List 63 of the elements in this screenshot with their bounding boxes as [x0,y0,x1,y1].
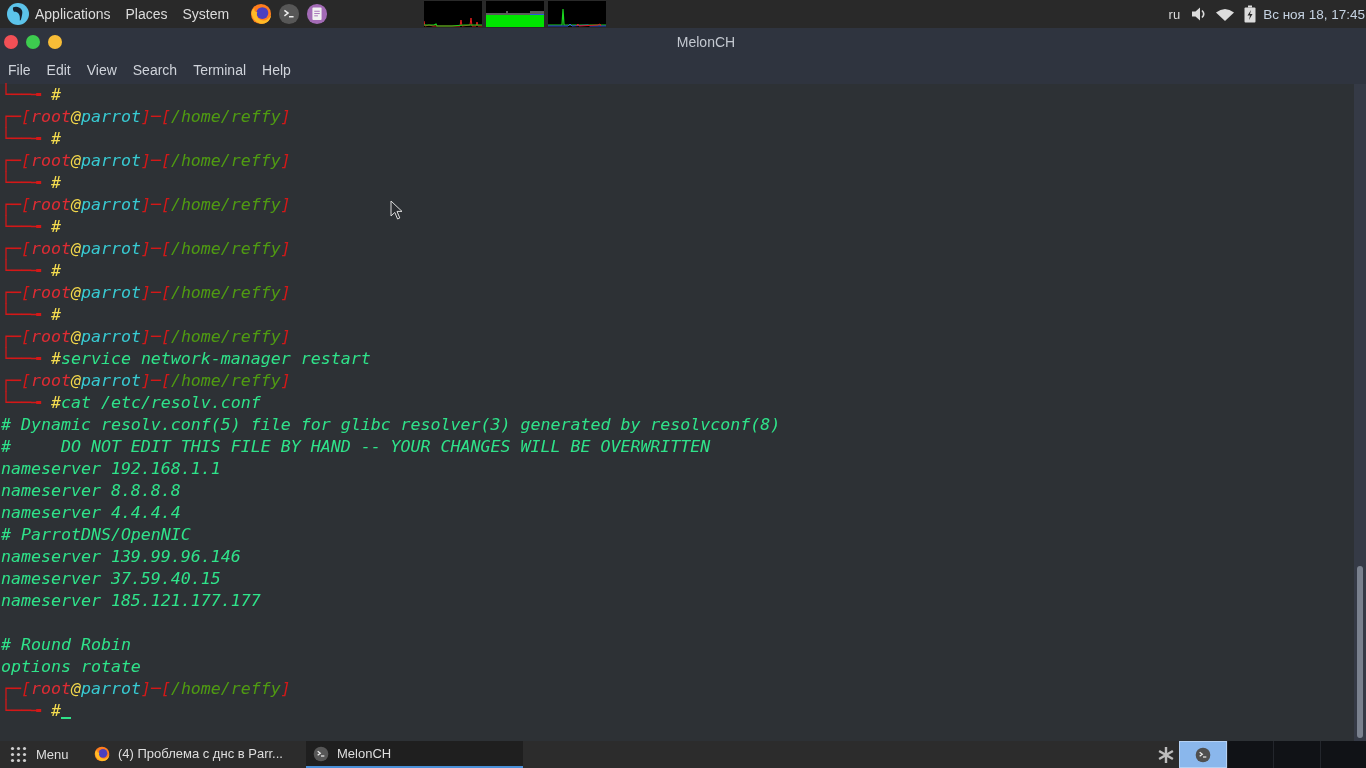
prompt-line: ┌─[root@parrot]─[/home/reffy] [1,327,291,346]
workspace-thumbnail[interactable] [1273,741,1320,768]
output-line: # ParrotDNS/OpenNIC [1,525,191,544]
workspace-thumbnail[interactable] [1319,741,1366,768]
panel-menu[interactable]: Applications [35,6,111,22]
maximize-button[interactable] [26,35,40,49]
wifi-icon[interactable] [1216,7,1235,21]
menu-button[interactable]: Menu [0,741,85,768]
output-line: # Round Robin [1,635,131,654]
close-button[interactable] [4,35,18,49]
workspace-thumbnail[interactable] [1226,741,1273,768]
output-line: options rotate [1,657,141,676]
menu-item[interactable]: Search [132,62,178,78]
prompt-line: ┌─[root@parrot]─[/home/reffy] [1,239,291,258]
prompt-line: ┌─[root@parrot]─[/home/reffy] [1,107,291,126]
prompt-line: └──╼ # [1,173,61,192]
prompt-line: └──╼ # [1,129,61,148]
prompt-line: └──╼ # [1,305,61,324]
output-line: nameserver 185.121.177.177 [1,591,261,610]
grid-icon [10,746,27,763]
mouse-pointer-icon [390,200,403,220]
prompt-line: └──╼ # [1,701,61,720]
prompt-line: ┌─[root@parrot]─[/home/reffy] [1,371,291,390]
menu-item[interactable]: View [86,62,117,78]
prompt-line: ┌─[root@parrot]─[/home/reffy] [1,283,291,302]
minimize-button[interactable] [48,35,62,49]
output-line: # DO NOT EDIT THIS FILE BY HAND -- YOUR CHANGES WILL BE OVERWRITTEN [1,437,711,456]
terminal-icon [313,745,329,762]
window-title: MelonCH [676,34,736,50]
panel-menu[interactable]: Places [125,6,168,22]
output-line: nameserver 192.168.1.1 [1,459,221,478]
output-line: nameserver 139.99.96.146 [1,547,241,566]
prompt-line: ┌─[root@parrot]─[/home/reffy] [1,679,291,698]
terminal-icon [1194,746,1211,763]
output-line: nameserver 8.8.8.8 [1,481,181,500]
prompt-line: ┌─[root@parrot]─[/home/reffy] [1,151,291,170]
prompt-line: ┌─[root@parrot]─[/home/reffy] [1,195,291,214]
terminal-icon[interactable] [278,3,301,25]
menu-item[interactable]: Edit [46,62,71,78]
monitor-graph[interactable] [486,1,545,27]
logo-icon[interactable] [7,3,29,25]
keyboard-layout[interactable]: ru [1168,6,1181,22]
globe-icon[interactable] [250,3,273,25]
document-icon[interactable] [306,3,329,25]
prompt-line: └──╼ # [1,85,61,104]
output-line: nameserver 37.59.40.15 [1,569,221,588]
prompt-line: └──╼ # [1,261,61,280]
asterisk-icon[interactable] [1157,745,1175,764]
output-line: nameserver 4.4.4.4 [1,503,181,522]
clock[interactable]: Вс ноя 18, 17:45 [1263,6,1365,22]
scrollbar-thumb[interactable] [1357,566,1363,738]
globe-icon [94,745,110,762]
menu-item[interactable]: File [8,62,31,78]
menu-item[interactable]: Terminal [193,62,247,78]
battery-icon[interactable] [1244,5,1257,23]
prompt-line: └──╼ # [1,217,61,236]
task-button[interactable]: MelonCH [306,741,523,768]
task-button[interactable]: (4) Проблема с днс в Parr... [87,741,304,768]
panel-menu[interactable]: System [182,6,230,22]
output-line: # Dynamic resolv.conf(5) file for glibc resolver(3) generated by resolvconf(8) [1,415,781,434]
menu-item[interactable]: Help [262,62,291,78]
prompt-line: └──╼ #service network-manager restart [1,349,371,368]
prompt-line: └──╼ #cat /etc/resolv.conf [1,393,261,412]
